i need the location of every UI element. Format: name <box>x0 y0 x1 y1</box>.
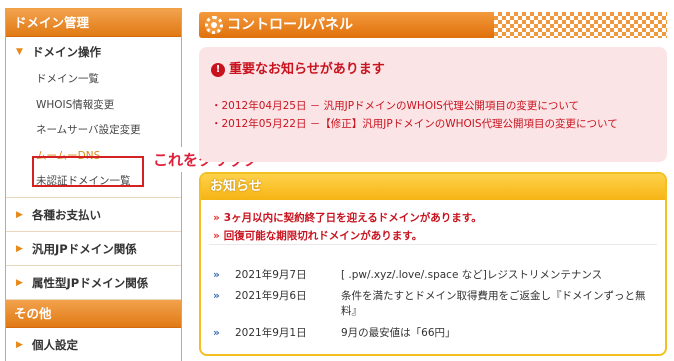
double-chevron-icon: » <box>213 212 220 224</box>
page-title: コントロールパネル <box>199 12 494 38</box>
news-date: 2021年9月7日 <box>235 269 307 281</box>
important-notice: ! 重要なお知らせがあります ・2012年04月25日 － 汎用JPドメインのWH… <box>199 47 667 162</box>
sidebar-group-personal[interactable]: ▶ 個人設定 <box>6 327 181 361</box>
news-link[interactable]: 条件を満たすとドメイン取得費用をご返金し『ドメインずっと無料』 <box>341 289 651 319</box>
triangle-right-icon: ▶ <box>16 339 23 350</box>
page-title-text: コントロールパネル <box>227 17 353 33</box>
sidebar: ドメイン管理 ▼ ドメイン操作 ドメイン一覧 WHOIS情報変更 ネームサーバ設… <box>5 8 182 361</box>
sidebar-item-whois[interactable]: WHOIS情報変更 <box>6 93 181 119</box>
triangle-right-icon: ▶ <box>16 243 23 254</box>
double-chevron-icon: » <box>213 327 220 339</box>
sidebar-group-label: 汎用JPドメイン関係 <box>32 241 137 256</box>
news-link[interactable]: [ .pw/.xyz/.love/.space など]レジストリメンテナンス <box>341 268 651 283</box>
news-panel: お知らせ » 3ヶ月以内に契約終了日を迎えるドメインがあります。 » 回復可能な期限… <box>199 172 667 356</box>
sidebar-section-domain: ドメイン管理 <box>6 9 181 37</box>
notice-link[interactable]: ・2012年04月25日 － 汎用JPドメインのWHOIS代理公開項目の変更につ… <box>211 98 661 114</box>
sidebar-group-label: ドメイン操作 <box>32 45 101 59</box>
divider <box>209 244 657 245</box>
sidebar-section-other: その他 <box>6 299 181 328</box>
sidebar-group-payments[interactable]: ▶ 各種お支払い <box>6 197 181 232</box>
checker-decoration <box>494 12 667 38</box>
notice-title: ! 重要なお知らせがあります <box>211 61 385 79</box>
sidebar-item-nameserver[interactable]: ネームサーバ設定変更 <box>6 118 181 144</box>
news-date: 2021年9月1日 <box>235 327 307 339</box>
triangle-right-icon: ▶ <box>16 277 23 288</box>
notice-link[interactable]: ・2012年05月22日 －【修正】汎用JPドメインのWHOIS代理公開項目の変… <box>211 116 661 132</box>
sidebar-item-domain-list[interactable]: ドメイン一覧 <box>6 67 181 93</box>
control-panel-header: コントロールパネル <box>199 8 667 48</box>
alert-link[interactable]: » 回復可能な期限切れドメインがあります。 <box>213 228 422 244</box>
triangle-right-icon: ▶ <box>16 209 23 220</box>
notice-title-text: 重要なお知らせがあります <box>229 62 385 77</box>
alert-text: 3ヶ月以内に契約終了日を迎えるドメインがあります。 <box>223 212 482 224</box>
sidebar-group-general-jp[interactable]: ▶ 汎用JPドメイン関係 <box>6 231 181 266</box>
double-chevron-icon: » <box>213 269 220 281</box>
double-chevron-icon: » <box>213 230 220 242</box>
sidebar-group-label: 各種お支払い <box>32 207 101 222</box>
news-panel-title: お知らせ <box>201 174 665 200</box>
main-content: コントロールパネル ! 重要なお知らせがあります ・2012年04月25日 － 汎… <box>199 0 667 356</box>
sidebar-group-label: 個人設定 <box>32 337 78 352</box>
sidebar-group-label: 属性型JPドメイン関係 <box>32 275 149 290</box>
news-link[interactable]: 9月の最安値は「66円」 <box>341 326 651 341</box>
double-chevron-icon: » <box>213 290 220 302</box>
alert-link[interactable]: » 3ヶ月以内に契約終了日を迎えるドメインがあります。 <box>213 210 482 226</box>
alert-icon: ! <box>211 63 225 77</box>
gear-icon <box>205 16 223 34</box>
triangle-down-icon: ▼ <box>16 47 23 57</box>
highlight-box <box>32 156 144 187</box>
sidebar-group-domain-ops[interactable]: ▼ ドメイン操作 <box>6 37 181 67</box>
sidebar-group-attr-jp[interactable]: ▶ 属性型JPドメイン関係 <box>6 265 181 300</box>
alert-text: 回復可能な期限切れドメインがあります。 <box>223 230 423 242</box>
news-date: 2021年9月6日 <box>235 290 307 302</box>
